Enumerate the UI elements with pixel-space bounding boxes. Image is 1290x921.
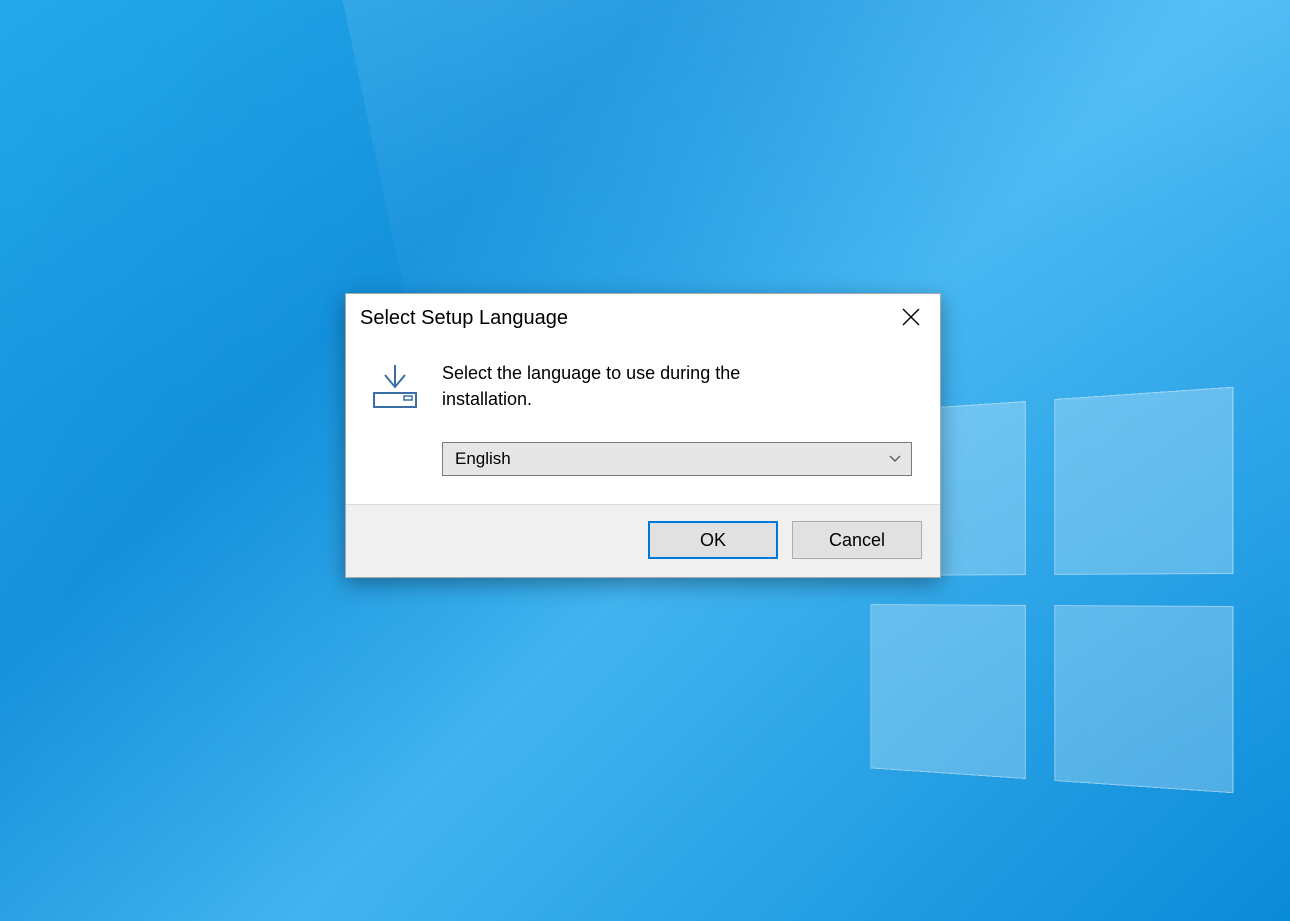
chevron-down-icon bbox=[889, 455, 901, 463]
setup-language-dialog: Select Setup Language Select the languag… bbox=[345, 293, 941, 578]
dialog-content: Select the language to use during the in… bbox=[442, 360, 924, 476]
dialog-body: Select the language to use during the in… bbox=[346, 342, 940, 504]
setup-install-icon bbox=[370, 362, 420, 410]
language-dropdown[interactable]: English bbox=[442, 442, 912, 476]
dialog-footer: OK Cancel bbox=[346, 504, 940, 577]
dialog-title: Select Setup Language bbox=[360, 307, 568, 330]
close-button[interactable] bbox=[882, 294, 940, 342]
dialog-titlebar[interactable]: Select Setup Language bbox=[346, 294, 940, 342]
ok-button[interactable]: OK bbox=[648, 521, 778, 559]
cancel-button[interactable]: Cancel bbox=[792, 521, 922, 559]
close-icon bbox=[902, 308, 920, 329]
instruction-text: Select the language to use during the in… bbox=[442, 360, 822, 412]
language-selected-value: English bbox=[455, 449, 511, 469]
